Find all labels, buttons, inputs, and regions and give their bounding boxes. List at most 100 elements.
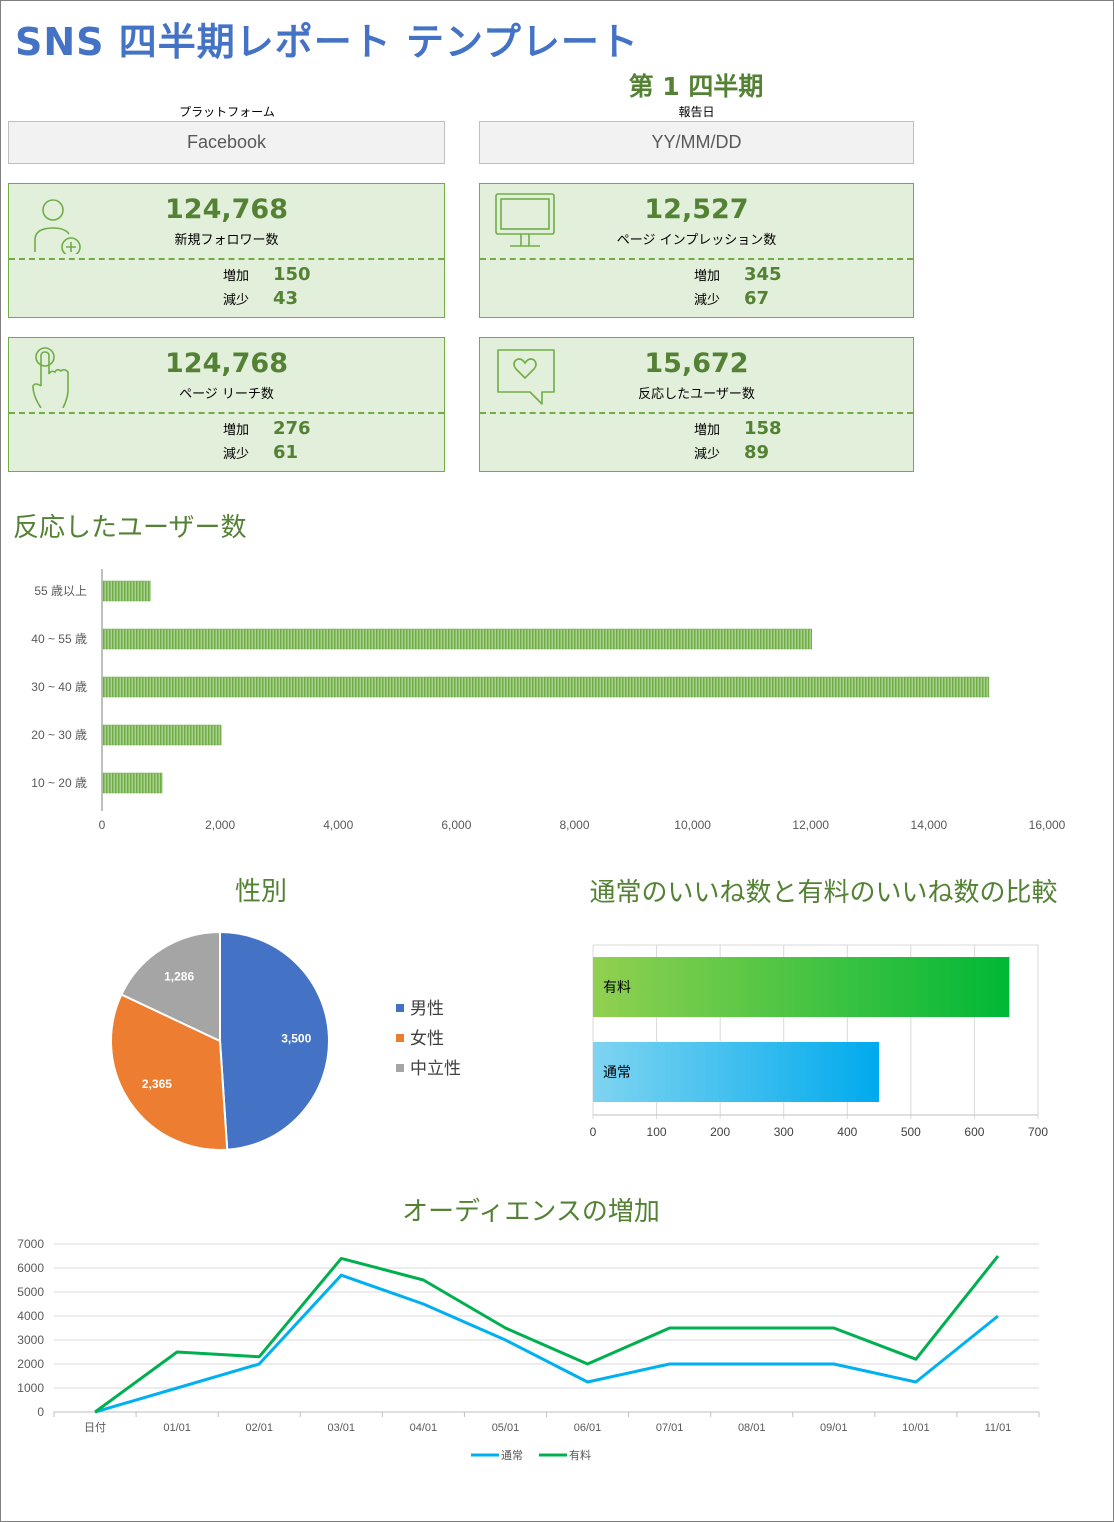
gender-chart-title: 性別 [234, 877, 287, 907]
decrease-label: 減少 [223, 293, 250, 308]
increase-value: 158 [744, 418, 782, 439]
increase-label: 増加 [223, 269, 250, 284]
decrease-value: 67 [744, 288, 770, 309]
increase-label: 増加 [694, 423, 721, 438]
x-tick-label: 10,000 [674, 818, 711, 832]
y-tick-label: 10 ~ 20 歳 [31, 776, 87, 790]
x-tick-label: 11/01 [985, 1422, 1012, 1434]
bar-label: 有料 [603, 979, 631, 995]
kpi-caption: 反応したユーザー数 [638, 387, 755, 402]
kpi-value: 12,527 [644, 194, 749, 225]
kpi-divider [9, 412, 444, 414]
kpi-value: 124,768 [165, 194, 288, 225]
x-tick-label: 05/01 [492, 1422, 520, 1434]
decrease-value: 61 [273, 442, 299, 463]
x-tick-label: 2,000 [205, 818, 235, 832]
bar-label: 通常 [603, 1064, 631, 1080]
legend-swatch [396, 1004, 404, 1012]
audience-line-chart: 0 1000 2000 3000 4000 5000 6000 7000 日付 01/01 02/0… [17, 1237, 1040, 1462]
legend-label: 中立性 [410, 1059, 461, 1078]
decrease-value: 89 [744, 442, 770, 463]
decrease-value: 43 [273, 288, 299, 309]
page-title: SNS 四半期レポート テンプレート [15, 20, 639, 64]
x-tick-label: 700 [1028, 1125, 1048, 1139]
y-tick-label: 0 [37, 1405, 44, 1419]
legend-swatch [396, 1034, 404, 1042]
x-tick-label: 07/01 [656, 1422, 684, 1434]
audience-chart-title: オーディエンスの増加 [402, 1197, 660, 1227]
bar [593, 1042, 880, 1102]
x-tick-label: 02/01 [245, 1422, 273, 1434]
platform-label: プラットフォーム [179, 105, 275, 119]
x-tick-label: 8,000 [559, 818, 589, 832]
quarter-label: 第 1 四半期 [628, 72, 764, 101]
likes-chart-title: 通常のいいね数と有料のいいね数の比較 [589, 878, 1058, 908]
x-tick-label: 08/01 [738, 1422, 766, 1434]
platform-field[interactable]: Facebook [8, 121, 445, 164]
decrease-label: 減少 [223, 447, 250, 462]
x-tick-label: 4,000 [323, 818, 353, 832]
decrease-label: 減少 [694, 447, 721, 462]
kpi-caption: ページ インプレッション数 [616, 233, 777, 248]
x-tick-label: 16,000 [1029, 818, 1066, 832]
kpi-value: 15,672 [644, 348, 749, 379]
bar [102, 676, 990, 698]
x-tick-label: 6,000 [441, 818, 471, 832]
x-tick-label: 09/01 [820, 1422, 848, 1434]
x-tick-label: 0 [99, 818, 106, 832]
y-tick-label: 1000 [17, 1381, 44, 1395]
data-label: 3,500 [281, 1031, 311, 1045]
data-label: 2,365 [142, 1077, 172, 1091]
x-tick-label: 300 [774, 1125, 794, 1139]
kpi-caption: 新規フォロワー数 [174, 233, 279, 248]
age-bar-chart: 55 歳以上 40 ~ 55 歳 30 ~ 40 歳 20 ~ 30 歳 10 ~ 20… [31, 569, 1066, 832]
bar [593, 957, 1010, 1017]
bar [102, 628, 812, 650]
x-tick-label: 日付 [84, 1421, 106, 1434]
series-line-regular [94, 1273, 999, 1414]
x-tick-label: 14,000 [911, 818, 948, 832]
x-tick-label: 400 [837, 1125, 857, 1139]
series-line-paid [94, 1255, 1000, 1414]
y-tick-label: 40 ~ 55 歳 [31, 632, 87, 646]
y-tick-label: 30 ~ 40 歳 [31, 680, 87, 694]
bar [102, 772, 163, 794]
data-label: 1,286 [164, 970, 194, 984]
legend-label: 有料 [569, 1448, 591, 1462]
likes-bar-chart: 0 100 200 300 400 500 600 700 有料通常 [590, 944, 1048, 1139]
age-chart-title: 反応したユーザー数 [13, 513, 247, 543]
y-tick-label: 3000 [17, 1333, 44, 1347]
gender-pie-chart: 3,500 2,365 1,286 男性女性中立性 [110, 930, 461, 1151]
increase-label: 増加 [223, 423, 250, 438]
x-tick-label: 04/01 [410, 1422, 438, 1434]
x-tick-label: 0 [590, 1125, 597, 1139]
kpi-divider [9, 258, 444, 260]
y-tick-label: 6000 [17, 1261, 44, 1275]
kpi-value: 124,768 [165, 348, 288, 379]
legend-label: 女性 [410, 1029, 444, 1048]
report-date-label: 報告日 [678, 105, 715, 119]
y-tick-label: 55 歳以上 [34, 584, 87, 598]
x-tick-label: 500 [901, 1125, 921, 1139]
y-tick-label: 5000 [17, 1285, 44, 1299]
x-tick-label: 600 [964, 1125, 984, 1139]
legend-label: 通常 [501, 1449, 523, 1462]
report-date-field[interactable]: YY/MM/DD [479, 121, 914, 164]
report-page: SNS 四半期レポート テンプレート 第 1 四半期 プラットフォーム Face… [0, 0, 1114, 1522]
legend-label: 男性 [410, 999, 444, 1018]
kpi-card-new-followers: 124,768 新規フォロワー数 増加 150 減少 43 [8, 183, 445, 318]
increase-value: 276 [273, 418, 311, 439]
y-tick-label: 20 ~ 30 歳 [31, 728, 87, 742]
decrease-label: 減少 [694, 293, 721, 308]
bar [102, 724, 222, 746]
x-tick-label: 200 [710, 1125, 730, 1139]
x-tick-label: 01/01 [163, 1422, 191, 1434]
increase-value: 150 [273, 264, 311, 285]
x-tick-label: 100 [647, 1125, 667, 1139]
y-tick-label: 2000 [17, 1357, 44, 1371]
kpi-divider [480, 412, 913, 414]
pie-slice [219, 930, 330, 1151]
y-tick-label: 7000 [17, 1237, 44, 1251]
legend-swatch [396, 1064, 404, 1072]
bar [102, 580, 151, 602]
